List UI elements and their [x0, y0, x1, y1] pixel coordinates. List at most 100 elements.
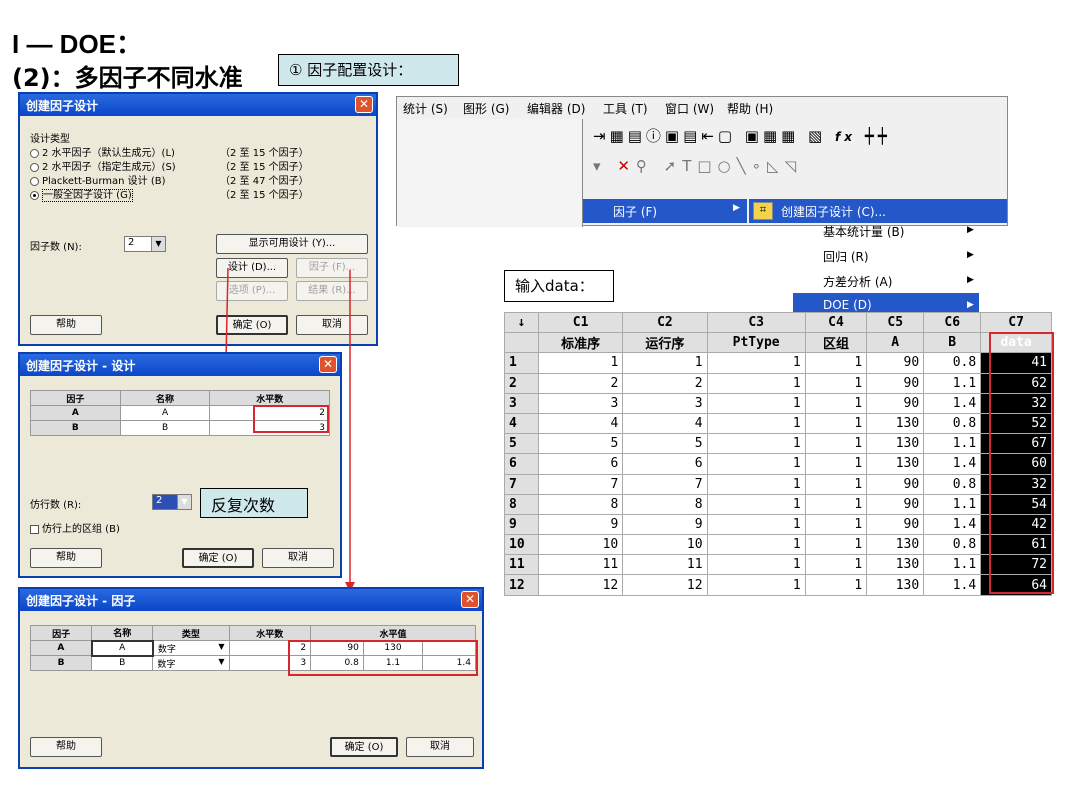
column-id[interactable]: C4 — [804, 311, 868, 334]
worksheet-cell[interactable]: 1.1 — [923, 372, 982, 394]
worksheet-cell[interactable]: 0.8 — [923, 352, 982, 374]
worksheet-cell[interactable]: 1.4 — [923, 513, 982, 536]
worksheet-cell[interactable]: 130 — [866, 554, 925, 576]
menubar-item[interactable]: 帮助 (H) — [727, 100, 773, 117]
worksheet-cell[interactable]: 1 — [804, 574, 868, 596]
worksheet-cell[interactable]: 0.8 — [923, 473, 982, 495]
submenu-item[interactable]: 回归 (R) — [823, 248, 869, 265]
worksheet-cell[interactable]: 1 — [804, 453, 868, 475]
worksheet-cell[interactable]: 1 — [706, 493, 806, 515]
column-name[interactable]: B — [923, 332, 982, 354]
worksheet-cell[interactable]: 5 — [537, 433, 624, 455]
worksheet-cell[interactable]: 1 — [706, 412, 806, 435]
replicates-select[interactable]: 2 ▼ — [152, 494, 192, 510]
worksheet-cell[interactable]: 90 — [866, 513, 925, 536]
submenu-item[interactable]: 方差分析 (A) — [823, 273, 892, 290]
worksheet-cell[interactable]: 130 — [866, 574, 925, 596]
toolbar-icons[interactable]: ⇥▦▤ⓘ▣▤⇤▢ ▣▦▦ ▧ — [593, 127, 826, 145]
name-cell[interactable]: A — [90, 639, 154, 657]
worksheet-cell[interactable]: 1 — [706, 372, 806, 394]
worksheet-cell[interactable]: 90 — [866, 473, 925, 495]
menubar-item[interactable]: 统计 (S) — [403, 100, 448, 117]
worksheet-cell[interactable]: 1 — [706, 433, 806, 455]
worksheet-cell[interactable]: 5 — [622, 433, 708, 455]
cancel-button[interactable]: 取消 — [262, 548, 334, 568]
block-checkbox[interactable]: 仿行上的区组 (B) — [30, 520, 120, 535]
worksheet-cell[interactable]: 4 — [537, 412, 624, 435]
worksheet-cell[interactable]: 4 — [622, 412, 708, 435]
menubar-item[interactable]: 工具 (T) — [603, 100, 648, 117]
worksheet-cell[interactable]: 1 — [706, 574, 806, 596]
worksheet-cell[interactable]: 11 — [537, 554, 624, 576]
worksheet-cell[interactable]: 90 — [866, 392, 925, 414]
worksheet-cell[interactable]: 6 — [537, 453, 624, 475]
worksheet-cell[interactable]: 1 — [537, 352, 624, 374]
submenu-item[interactable]: 基本统计量 (B) — [823, 223, 904, 240]
column-name[interactable]: PtType — [706, 332, 806, 354]
worksheet-cell[interactable]: 3 — [537, 392, 624, 414]
worksheet-cell[interactable]: 1 — [804, 352, 868, 374]
help-button[interactable]: 帮助 — [30, 548, 102, 568]
worksheet-cell[interactable]: 130 — [866, 534, 925, 556]
worksheet-cell[interactable]: 8 — [622, 493, 708, 515]
worksheet-cell[interactable]: 1 — [706, 453, 806, 475]
worksheet-cell[interactable]: 1 — [804, 412, 868, 435]
worksheet-cell[interactable]: 90 — [866, 493, 925, 515]
worksheet-cell[interactable]: 1 — [706, 352, 806, 374]
worksheet-cell[interactable]: 2 — [537, 372, 624, 394]
cancel-button[interactable]: 取消 — [406, 737, 474, 757]
close-icon[interactable]: ✕ — [461, 591, 479, 608]
name-cell[interactable]: B — [91, 655, 154, 671]
worksheet-cell[interactable]: 0.8 — [923, 534, 982, 556]
worksheet-cell[interactable]: 1 — [706, 554, 806, 576]
column-name[interactable]: 标准序 — [537, 332, 624, 354]
worksheet-cell[interactable]: 130 — [866, 433, 925, 455]
worksheet-cell[interactable]: 1 — [804, 473, 868, 495]
worksheet-cell[interactable]: 1.1 — [923, 433, 982, 455]
worksheet-cell[interactable]: 1 — [804, 433, 868, 455]
column-id[interactable]: C6 — [923, 311, 982, 334]
worksheet-cell[interactable]: 1 — [706, 473, 806, 495]
column-id[interactable]: C1 — [537, 311, 624, 334]
worksheet-cell[interactable]: 1.1 — [923, 493, 982, 515]
column-id[interactable]: C5 — [866, 311, 925, 334]
worksheet-cell[interactable]: 1 — [804, 554, 868, 576]
worksheet-cell[interactable]: 1 — [804, 493, 868, 515]
worksheet-cell[interactable]: 11 — [622, 554, 708, 576]
type-select[interactable]: 数字 ▼ — [152, 640, 230, 656]
menubar-item[interactable]: 窗口 (W) — [665, 100, 714, 117]
menu-item-create-factorial[interactable]: 创建因子设计 (C)... — [781, 203, 886, 220]
column-name[interactable]: A — [866, 332, 925, 354]
worksheet-cell[interactable]: 12 — [537, 574, 624, 596]
worksheet-cell[interactable]: 1.4 — [923, 392, 982, 414]
worksheet-cell[interactable]: 10 — [537, 534, 624, 556]
column-id[interactable]: C3 — [706, 311, 806, 334]
column-id[interactable]: ↓ — [504, 311, 539, 334]
worksheet-cell[interactable]: 3 — [622, 392, 708, 414]
worksheet-cell[interactable]: 1 — [706, 534, 806, 556]
worksheet-cell[interactable]: 90 — [866, 372, 925, 394]
ok-button[interactable]: 确定 (O) — [330, 737, 398, 757]
menubar-item[interactable]: 编辑器 (D) — [527, 100, 585, 117]
worksheet-cell[interactable]: 1 — [804, 372, 868, 394]
worksheet-cell[interactable]: 6 — [622, 453, 708, 475]
worksheet-cell[interactable]: 7 — [622, 473, 708, 495]
column-name[interactable]: 运行序 — [622, 332, 708, 354]
ok-button[interactable]: 确定 (O) — [182, 548, 254, 568]
worksheet-cell[interactable]: 1 — [804, 534, 868, 556]
submenu-item[interactable]: DOE (D) — [823, 298, 872, 312]
toolbar-icons-2[interactable]: ┿┿ — [865, 127, 891, 145]
name-cell[interactable]: B — [119, 420, 211, 436]
worksheet-cell[interactable]: 2 — [622, 372, 708, 394]
fx-icon[interactable]: fx — [835, 130, 856, 144]
worksheet-cell[interactable]: 130 — [866, 453, 925, 475]
worksheet-cell[interactable]: 1 — [622, 352, 708, 374]
name-cell[interactable]: A — [119, 405, 211, 421]
worksheet-cell[interactable]: 0.8 — [923, 412, 982, 435]
help-button[interactable]: 帮助 — [30, 737, 102, 757]
worksheet-cell[interactable]: 9 — [622, 513, 708, 536]
worksheet-cell[interactable]: 1 — [706, 392, 806, 414]
worksheet-cell[interactable]: 8 — [537, 493, 624, 515]
menu-item-factor[interactable]: 因子 (F) — [613, 203, 657, 220]
worksheet-cell[interactable]: 10 — [622, 534, 708, 556]
